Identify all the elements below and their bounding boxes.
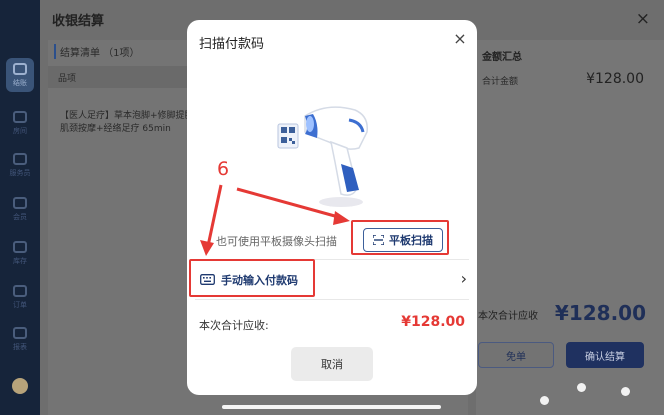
annotation-arrows xyxy=(200,184,350,256)
home-indicator xyxy=(222,405,441,409)
